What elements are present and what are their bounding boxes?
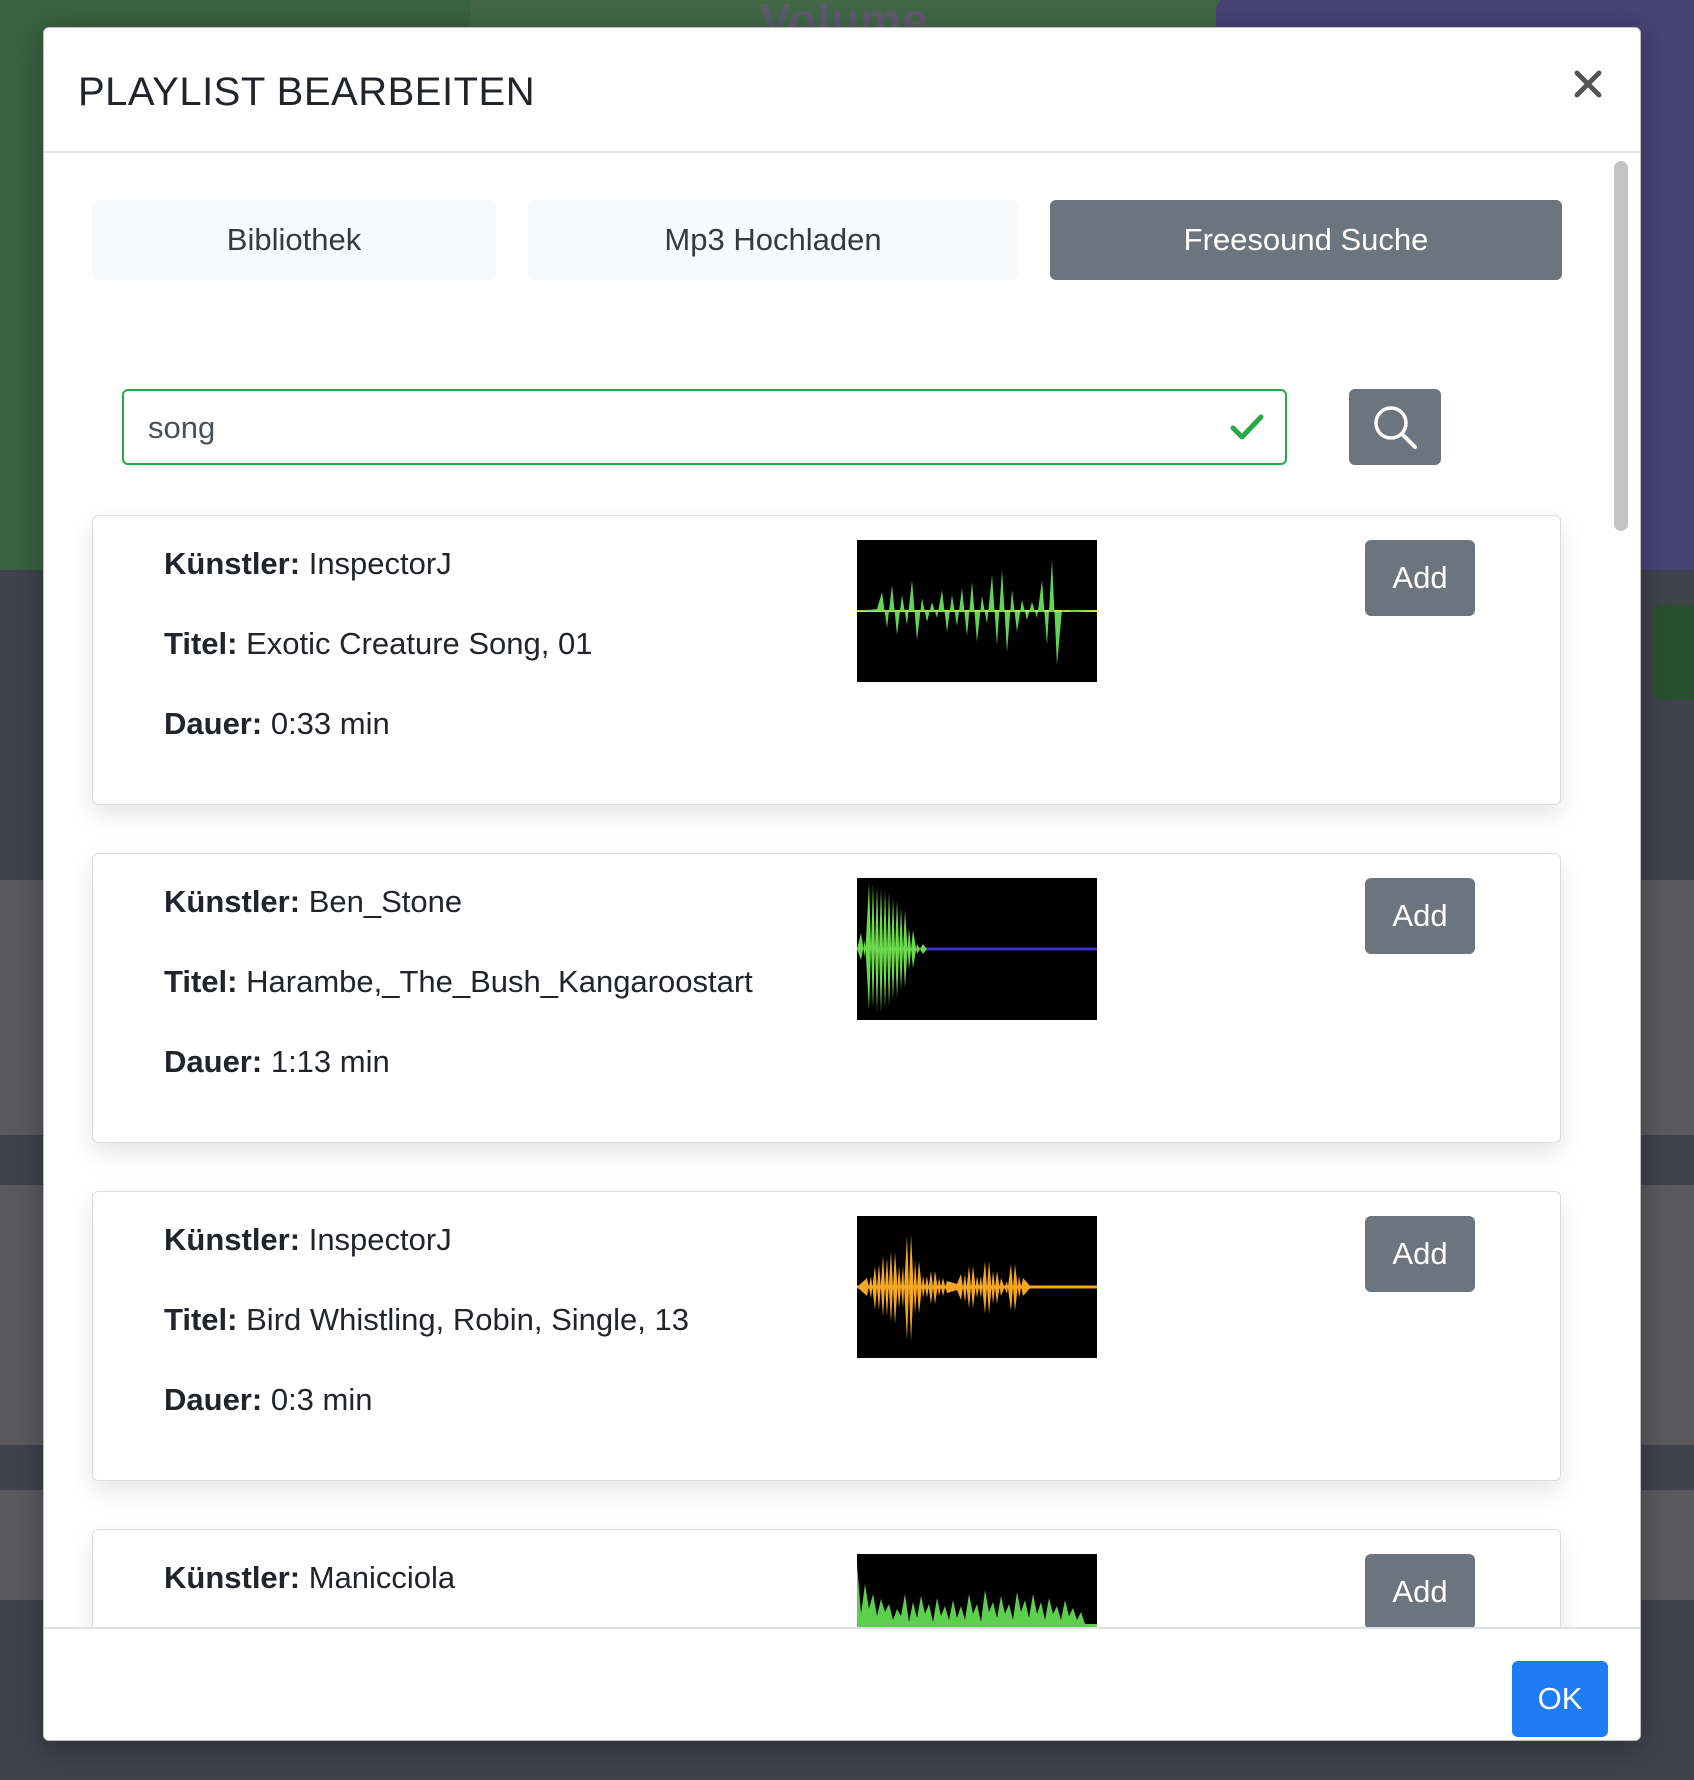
title-value: Bird Whistling, Robin, Single, 13 (246, 1302, 689, 1337)
tab-freesound-search[interactable]: Freesound Suche (1050, 200, 1562, 280)
artist-label: Künstler: (164, 546, 301, 581)
checkmark-icon (1230, 414, 1264, 440)
artist-field: Künstler: InspectorJ (164, 1222, 452, 1258)
waveform-image (857, 540, 1097, 682)
tab-library[interactable]: Bibliothek (92, 200, 496, 280)
add-button[interactable]: Add (1365, 540, 1475, 616)
artist-value: Ben_Stone (308, 884, 463, 919)
edit-playlist-modal: PLAYLIST BEARBEITEN Bibliothek Mp3 Hochl… (43, 27, 1641, 1741)
waveform-path (857, 560, 1097, 665)
result-card: Künstler: InspectorJ Titel: Bird Whistli… (92, 1191, 1561, 1481)
waveform-image (857, 878, 1097, 1020)
duration-label: Dauer: (164, 1382, 263, 1417)
duration-value: 0:3 min (270, 1382, 373, 1417)
title-label: Titel: (164, 964, 238, 999)
close-button[interactable] (1566, 62, 1610, 106)
ok-button[interactable]: OK (1512, 1661, 1608, 1737)
duration-field: Dauer: 0:3 min (164, 1382, 373, 1418)
title-field: Titel: Harambe,_The_Bush_Kangaroostart (164, 964, 753, 1000)
waveform-path (857, 883, 927, 1013)
search-input[interactable] (146, 391, 1190, 465)
waveform-path (857, 1564, 1097, 1627)
artist-label: Künstler: (164, 884, 301, 919)
artist-value: InspectorJ (308, 546, 452, 581)
add-button[interactable]: Add (1365, 1554, 1475, 1627)
modal-title: PLAYLIST BEARBEITEN (78, 70, 536, 114)
duration-value: 0:33 min (270, 706, 390, 741)
waveform-image (857, 1216, 1097, 1358)
modal-scrollbar[interactable] (1612, 161, 1628, 1623)
result-card: Künstler: Ben_Stone Titel: Harambe,_The_… (92, 853, 1561, 1143)
modal-header: PLAYLIST BEARBEITEN (44, 28, 1640, 153)
title-label: Titel: (164, 626, 238, 661)
artist-field: Künstler: InspectorJ (164, 546, 452, 582)
title-label: Titel: (164, 1302, 238, 1337)
tab-mp3-upload[interactable]: Mp3 Hochladen (528, 200, 1018, 280)
search-icon (1374, 406, 1417, 449)
duration-field: Dauer: 0:33 min (164, 706, 390, 742)
scrollbar-thumb[interactable] (1614, 161, 1628, 531)
title-field: Titel: Bird Whistling, Robin, Single, 13 (164, 1302, 689, 1338)
duration-value: 1:13 min (270, 1044, 390, 1079)
duration-label: Dauer: (164, 1044, 263, 1079)
add-button[interactable]: Add (1365, 1216, 1475, 1292)
close-icon (1574, 70, 1602, 98)
search-button[interactable] (1349, 389, 1441, 465)
artist-label: Künstler: (164, 1560, 301, 1595)
result-card: Künstler: InspectorJ Titel: Exotic Creat… (92, 515, 1561, 805)
modal-footer: OK (44, 1627, 1640, 1740)
waveform-image (857, 1554, 1097, 1627)
artist-field: Künstler: Manicciola (164, 1560, 455, 1596)
title-value: Exotic Creature Song, 01 (246, 626, 593, 661)
search-field (122, 389, 1287, 465)
duration-field: Dauer: 1:13 min (164, 1044, 390, 1080)
artist-field: Künstler: Ben_Stone (164, 884, 462, 920)
artist-value: Manicciola (308, 1560, 456, 1595)
waveform-path (857, 1234, 1097, 1341)
duration-label: Dauer: (164, 706, 263, 741)
artist-value: InspectorJ (308, 1222, 452, 1257)
artist-label: Künstler: (164, 1222, 301, 1257)
result-card: Künstler: Manicciola Add (92, 1529, 1561, 1627)
title-field: Titel: Exotic Creature Song, 01 (164, 626, 592, 662)
add-button[interactable]: Add (1365, 878, 1475, 954)
modal-body: Bibliothek Mp3 Hochladen Freesound Suche… (44, 153, 1640, 1627)
title-value: Harambe,_The_Bush_Kangaroostart (246, 964, 753, 999)
